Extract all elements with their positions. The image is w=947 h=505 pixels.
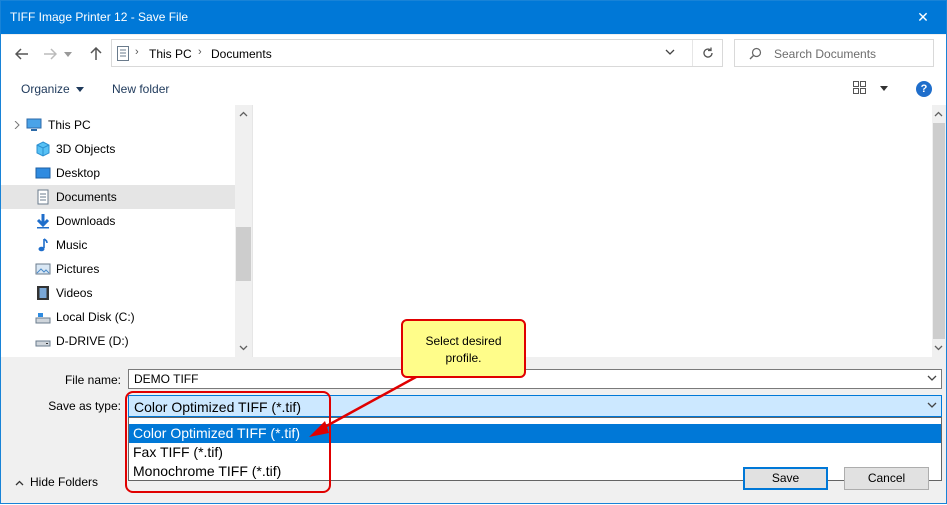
- drive-icon: [35, 340, 51, 347]
- chevron-down-icon[interactable]: [239, 345, 248, 351]
- sidebar-item-label: Music: [56, 238, 88, 252]
- chevron-down-icon: [76, 87, 85, 93]
- sidebar-item-label: Local Disk (C:): [56, 310, 135, 324]
- address-bar[interactable]: › This PC › Documents: [111, 39, 723, 67]
- search-icon: [749, 47, 762, 60]
- arrow-up-icon: [90, 47, 102, 60]
- hide-folders-toggle[interactable]: Hide Folders: [15, 475, 98, 489]
- help-button[interactable]: ?: [916, 81, 932, 97]
- forward-button[interactable]: [39, 43, 61, 65]
- navigation-pane-scrollbar[interactable]: [235, 105, 252, 357]
- sidebar-item-videos[interactable]: Videos: [1, 281, 235, 305]
- sidebar-item-d-drive[interactable]: D-DRIVE (D:): [1, 329, 235, 353]
- breadcrumb-separator: ›: [135, 46, 139, 58]
- organize-label: Organize: [21, 82, 70, 96]
- search-placeholder: Search Documents: [774, 47, 877, 61]
- arrow-right-icon: [44, 48, 57, 60]
- breadcrumb-separator: ›: [198, 46, 202, 58]
- chevron-down-icon: [64, 51, 72, 57]
- callout-line-2: profile.: [445, 351, 482, 365]
- download-icon: [36, 214, 50, 229]
- sidebar-item-desktop[interactable]: Desktop: [1, 161, 235, 185]
- chevron-up-icon[interactable]: [934, 111, 943, 117]
- music-icon: [38, 238, 48, 252]
- save-as-type-label: Save as type:: [48, 399, 121, 413]
- close-icon: ✕: [917, 9, 929, 25]
- callout-line-1: Select desired: [425, 334, 502, 348]
- navigation-bar: › This PC › Documents Search Documents: [1, 35, 946, 73]
- navigation-pane: This PC 3D Objects Desktop Documents Dow…: [1, 105, 235, 357]
- cancel-button[interactable]: Cancel: [844, 467, 929, 490]
- sidebar-item-label: Desktop: [56, 166, 101, 180]
- command-toolbar: Organize New folder ?: [1, 73, 946, 105]
- sidebar-item-pictures[interactable]: Pictures: [1, 257, 235, 281]
- file-list-scrollbar[interactable]: [932, 105, 946, 357]
- sidebar-item-label: Pictures: [56, 262, 100, 276]
- arrow-left-icon: [15, 48, 28, 60]
- hide-folders-label: Hide Folders: [30, 475, 99, 489]
- file-name-label: File name:: [64, 373, 121, 387]
- file-name-field[interactable]: DEMO TIFF: [128, 369, 942, 389]
- chevron-down-icon[interactable]: [927, 373, 937, 383]
- file-list-area[interactable]: [252, 105, 932, 357]
- chevron-down-icon[interactable]: [665, 47, 675, 57]
- refresh-icon: [703, 47, 713, 58]
- computer-icon: [26, 118, 42, 131]
- refresh-button[interactable]: [692, 40, 723, 66]
- up-button[interactable]: [85, 43, 107, 65]
- chevron-down-icon[interactable]: [934, 345, 943, 351]
- sidebar-item-label: Documents: [56, 190, 117, 204]
- organize-menu[interactable]: Organize: [21, 82, 85, 96]
- file-name-value: DEMO TIFF: [134, 372, 199, 386]
- sidebar-item-downloads[interactable]: Downloads: [1, 209, 235, 233]
- highlight-box: [125, 391, 331, 493]
- window-title: TIFF Image Printer 12 - Save File: [10, 10, 189, 24]
- sidebar-item-label: D-DRIVE (D:): [56, 334, 129, 348]
- scrollbar-thumb[interactable]: [933, 123, 945, 339]
- view-grid-icon: [853, 81, 866, 94]
- chevron-right-icon: [14, 121, 20, 129]
- search-box[interactable]: Search Documents: [734, 39, 934, 67]
- sidebar-item-label: 3D Objects: [56, 142, 116, 156]
- desktop-icon: [35, 167, 51, 179]
- video-icon: [37, 286, 49, 300]
- breadcrumb-this-pc[interactable]: This PC: [149, 47, 192, 61]
- recent-locations-button[interactable]: [61, 43, 75, 65]
- sidebar-item-3d-objects[interactable]: 3D Objects: [1, 137, 235, 161]
- breadcrumb-documents[interactable]: Documents: [211, 47, 272, 61]
- chevron-down-icon[interactable]: [927, 400, 937, 410]
- sidebar-item-documents[interactable]: Documents: [1, 185, 235, 209]
- document-icon: [37, 189, 49, 205]
- cube-icon: [36, 141, 50, 157]
- callout-note: Select desired profile.: [401, 319, 526, 378]
- chevron-up-icon: [15, 480, 24, 486]
- back-button[interactable]: [11, 43, 33, 65]
- save-file-dialog: TIFF Image Printer 12 - Save File ✕ › Th…: [0, 0, 947, 504]
- scrollbar-thumb[interactable]: [236, 227, 251, 281]
- title-bar: TIFF Image Printer 12 - Save File ✕: [1, 1, 946, 34]
- sidebar-item-label: Videos: [56, 286, 93, 300]
- change-view-button[interactable]: [853, 81, 889, 98]
- close-button[interactable]: ✕: [900, 1, 946, 34]
- sidebar-item-music[interactable]: Music: [1, 233, 235, 257]
- chevron-up-icon[interactable]: [239, 111, 248, 117]
- documents-location-icon: [117, 46, 129, 61]
- sidebar-item-this-pc[interactable]: This PC: [1, 113, 235, 137]
- new-folder-button[interactable]: New folder: [112, 82, 169, 96]
- sidebar-item-label: Downloads: [56, 214, 116, 228]
- sidebar-item-label: This PC: [48, 118, 91, 132]
- pictures-icon: [35, 263, 51, 275]
- chevron-down-icon: [880, 86, 889, 91]
- sidebar-item-local-disk-c[interactable]: Local Disk (C:): [1, 305, 235, 329]
- drive-icon: [35, 313, 51, 324]
- save-button[interactable]: Save: [743, 467, 828, 490]
